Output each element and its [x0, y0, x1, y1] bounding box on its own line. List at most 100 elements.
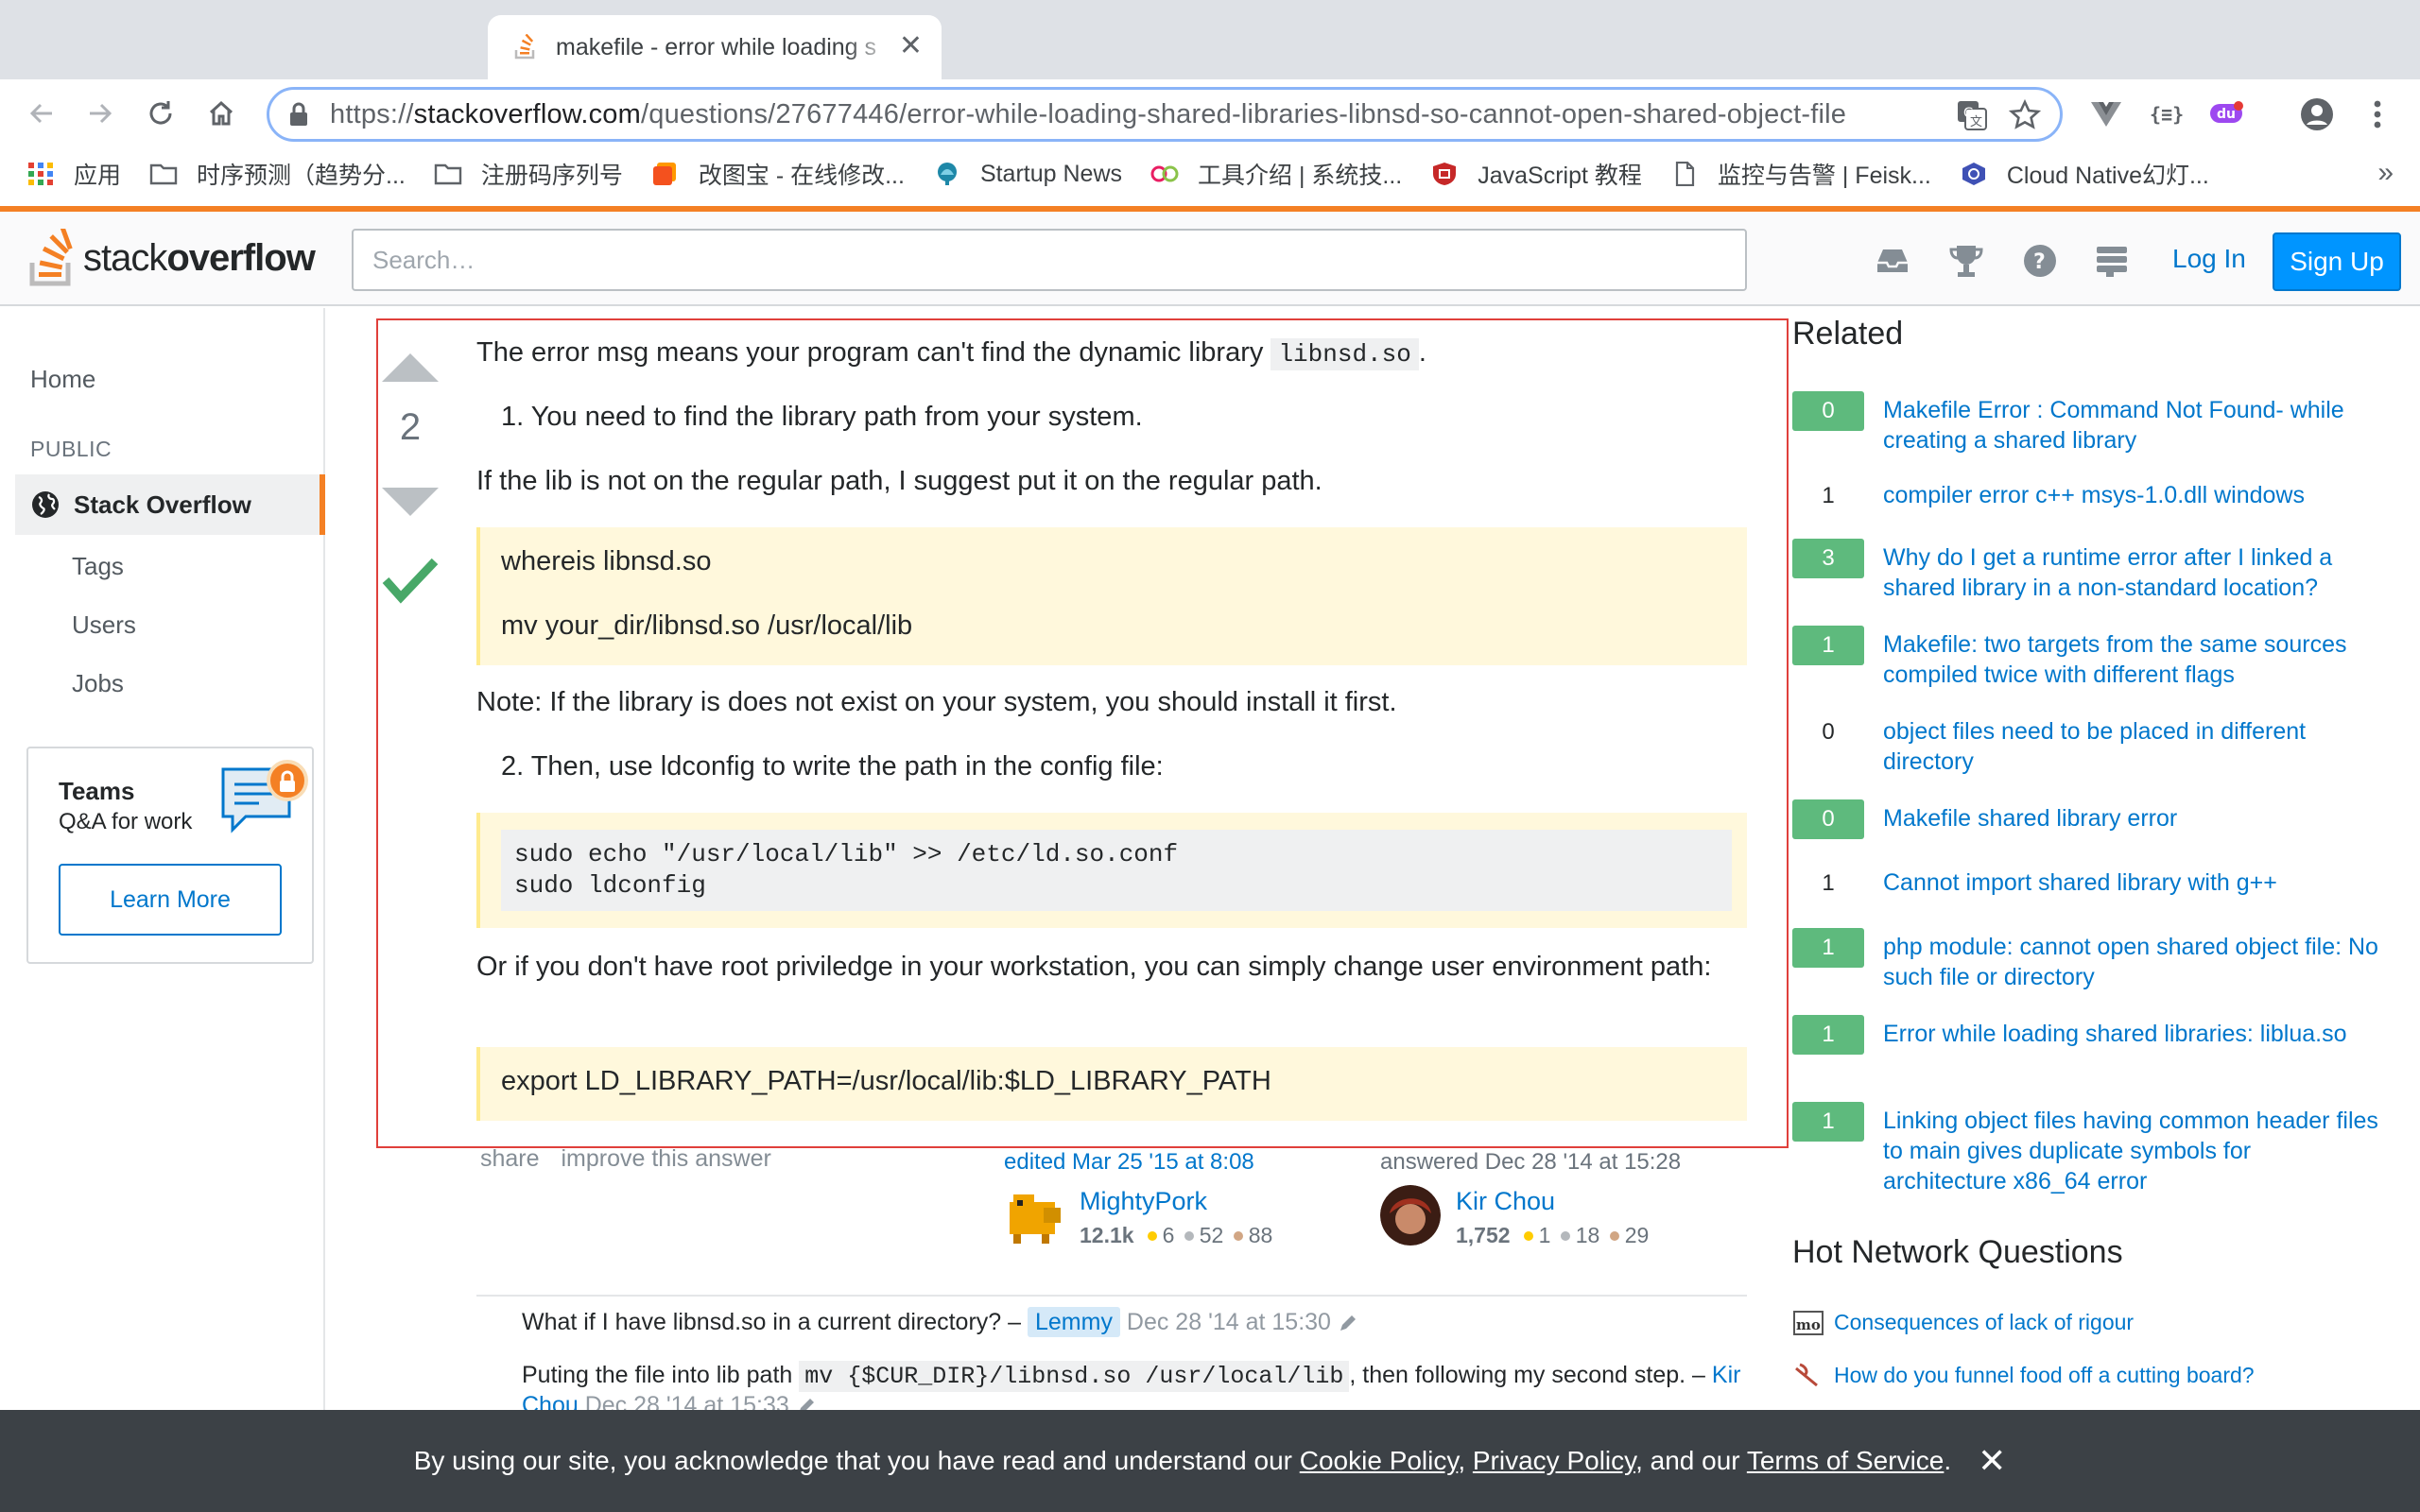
achievements-trophy-icon[interactable] [1947, 242, 1985, 280]
tab-close-icon[interactable]: ✕ [899, 32, 923, 60]
back-icon[interactable] [23, 94, 60, 132]
bookmark-gaitubao[interactable]: 改图宝 - 在线修改... [651, 157, 905, 191]
quote-whereis: whereis libnsd.so [501, 546, 712, 576]
forward-icon[interactable] [81, 94, 119, 132]
downvote-arrow-icon[interactable] [382, 484, 439, 522]
so-logo[interactable]: stackoverflow [28, 229, 316, 287]
hnq-item[interactable]: mo Consequences of lack of rigour [1792, 1306, 2134, 1338]
browser-menu-icon[interactable] [2363, 96, 2392, 132]
nav-stackoverflow[interactable]: Stack Overflow [15, 474, 325, 535]
related-score: 0 [1822, 719, 1835, 745]
comments-list: What if I have libnsd.so in a current di… [476, 1295, 1747, 1418]
reload-icon[interactable] [142, 94, 180, 132]
author-avatar[interactable] [1380, 1185, 1441, 1246]
stackoverflow-logo-icon [29, 229, 73, 286]
terms-of-service-link[interactable]: Terms of Service [1747, 1446, 1945, 1475]
related-link[interactable]: php module: cannot open shared object fi… [1883, 932, 2378, 992]
translate-icon[interactable]: G 文 [1956, 99, 1988, 131]
bookmarks-overflow-icon[interactable]: » [2377, 157, 2394, 189]
related-score: 0 [1792, 799, 1864, 839]
hnq-link[interactable]: How do you funnel food off a cutting boa… [1834, 1363, 2255, 1388]
url-text: https://stackoverflow.com/questions/2767… [330, 98, 1847, 129]
author-signature: answered Dec 28 '14 at 15:28 Kir Chou 1,… [1380, 1149, 1681, 1247]
cookie-policy-link[interactable]: Cookie Policy [1300, 1446, 1459, 1475]
related-link[interactable]: Makefile: two targets from the same sour… [1883, 629, 2378, 690]
related-link[interactable]: Why do I get a runtime error after I lin… [1883, 542, 2378, 603]
answer-intro: The error msg means your program can't f… [476, 337, 1426, 370]
vue-devtools-icon[interactable] [2089, 96, 2123, 130]
nav-users[interactable]: Users [72, 610, 136, 640]
answer-root-paragraph: Or if you don't have root priviledge in … [476, 952, 1712, 982]
inbox-icon[interactable] [1874, 242, 1911, 280]
lock-icon [290, 102, 307, 126]
bookmark-javascript[interactable]: JavaScript 教程 [1430, 157, 1642, 191]
related-link[interactable]: compiler error c++ msys-1.0.dll windows [1883, 480, 2378, 510]
teams-subtitle: Q&A for work [59, 809, 193, 834]
edit-pencil-icon[interactable] [1338, 1313, 1358, 1333]
svg-text:{≡}: {≡} [2150, 103, 2184, 126]
bookmark-folder-serials[interactable]: 注册码序列号 [434, 157, 623, 191]
editor-reputation: 12.1k 6 52 88 [1080, 1223, 1273, 1247]
accepted-checkmark-icon [382, 558, 439, 604]
bookmark-folder-timeseries[interactable]: 时序预测（趋势分... [149, 157, 406, 191]
hnq-item[interactable]: How do you funnel food off a cutting boa… [1792, 1359, 2255, 1391]
nav-home[interactable]: Home [30, 365, 95, 394]
editor-name[interactable]: MightyPork [1080, 1187, 1207, 1216]
comment-user[interactable]: Lemmy [1027, 1307, 1120, 1337]
comment-date[interactable]: Dec 28 '14 at 15:30 [1127, 1309, 1331, 1335]
home-icon[interactable] [202, 94, 240, 132]
du-extension-icon[interactable]: du [2208, 96, 2246, 130]
vote-count: 2 [399, 406, 422, 448]
teams-chat-lock-icon [221, 760, 308, 833]
bookmark-apps[interactable]: 应用 [26, 157, 121, 191]
edited-timestamp[interactable]: edited Mar 25 '15 at 8:08 [1004, 1149, 1254, 1175]
related-link[interactable]: Makefile shared library error [1883, 803, 2378, 833]
privacy-policy-link[interactable]: Privacy Policy [1473, 1446, 1635, 1475]
help-icon[interactable]: ? [2021, 242, 2059, 280]
hnq-link[interactable]: Consequences of lack of rigour [1834, 1310, 2134, 1335]
bookmark-tools[interactable]: 工具介绍 | 系统技... [1150, 157, 1402, 191]
signup-button[interactable]: Sign Up [2273, 232, 2401, 291]
related-link[interactable]: Error while loading shared libraries: li… [1883, 1019, 2378, 1049]
answer-note: Note: If the library is does not exist o… [476, 687, 1397, 717]
quote-mv: mv your_dir/libnsd.so /usr/local/lib [501, 610, 913, 641]
cookie-text: By using our site, you acknowledge that … [413, 1446, 1952, 1475]
share-link[interactable]: share [480, 1145, 540, 1172]
related-link[interactable]: Makefile Error : Command Not Found- whil… [1883, 395, 2378, 455]
cloud-native-icon [1962, 163, 1985, 185]
related-link[interactable]: object files need to be placed in differ… [1883, 716, 2378, 777]
apps-grid-icon [28, 163, 53, 185]
related-link[interactable]: Cannot import shared library with g++ [1883, 868, 2378, 898]
improve-answer-link[interactable]: improve this answer [562, 1145, 771, 1172]
related-link[interactable]: Linking object files having common heade… [1883, 1106, 2378, 1196]
related-score: 3 [1792, 539, 1864, 578]
nav-tags[interactable]: Tags [72, 552, 124, 581]
folder-icon [149, 163, 178, 185]
svg-text:?: ? [2033, 250, 2046, 274]
shield-icon [1433, 163, 1457, 185]
login-link[interactable]: Log In [2172, 244, 2246, 274]
bookmark-label: 工具介绍 | 系统技... [1198, 163, 1403, 189]
related-score: 1 [1792, 928, 1864, 968]
bookmark-star-icon[interactable] [2009, 99, 2041, 131]
author-reputation: 1,752 1 18 29 [1456, 1223, 1650, 1247]
bookmark-cloud-native[interactable]: Cloud Native幻灯... [1960, 157, 2209, 191]
author-name[interactable]: Kir Chou [1456, 1187, 1555, 1216]
json-viewer-icon[interactable]: {≡} [2148, 96, 2186, 130]
cookie-close-icon[interactable]: ✕ [1978, 1444, 2006, 1478]
search-input[interactable]: Search… [352, 229, 1747, 291]
related-score: 1 [1792, 1015, 1864, 1055]
editor-avatar[interactable] [1004, 1185, 1064, 1246]
nav-jobs[interactable]: Jobs [72, 669, 124, 698]
blockquote-ldconfig: sudo echo "/usr/local/lib" >> /etc/ld.so… [476, 813, 1747, 928]
browser-tab[interactable]: makefile - error while loading s ✕ [488, 15, 942, 79]
upvote-arrow-icon[interactable] [382, 352, 439, 389]
cookie-consent-banner: By using our site, you acknowledge that … [0, 1410, 2420, 1512]
teams-learn-more-button[interactable]: Learn More [59, 864, 282, 936]
site-switcher-icon[interactable] [2093, 242, 2131, 280]
nav-section-public: PUBLIC [30, 437, 112, 461]
bookmark-monitoring[interactable]: 监控与告警 | Feisk... [1670, 157, 1931, 191]
bookmark-startup-news[interactable]: Startup News [933, 161, 1122, 188]
address-bar[interactable]: https://stackoverflow.com/questions/2767… [267, 87, 2063, 142]
profile-avatar-icon[interactable] [2299, 96, 2335, 132]
